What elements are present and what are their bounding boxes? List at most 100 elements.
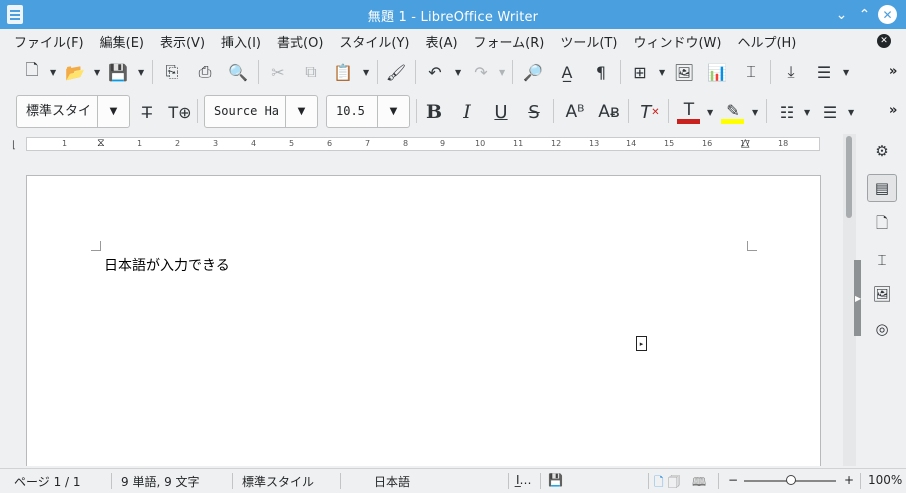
insert-chart-icon[interactable]: 📊 [704, 59, 730, 85]
zoom-slider-handle[interactable] [786, 475, 796, 485]
document-text[interactable]: 日本語が入力できる [104, 255, 230, 275]
menu-styles[interactable]: スタイル(Y) [331, 32, 417, 51]
vertical-scrollbar[interactable]: ▶ [843, 134, 861, 466]
insert-textbox-icon[interactable]: ⌶ [738, 59, 764, 85]
chevron-down-icon[interactable]: ▼ [377, 96, 409, 127]
more-options-icon[interactable]: » [889, 64, 897, 79]
insert-field-icon[interactable]: ☰ [811, 59, 837, 85]
paste-dropdown-arrow[interactable]: ▼ [363, 68, 369, 77]
font-name-value[interactable]: Source Ha [205, 96, 285, 127]
strikethrough-icon[interactable]: S [521, 99, 547, 125]
menu-view[interactable]: 表示(V) [152, 32, 213, 51]
table-dropdown-arrow[interactable]: ▼ [659, 68, 665, 77]
numbered-dropdown-arrow[interactable]: ▼ [848, 108, 854, 117]
horizontal-ruler[interactable]: 1 1 2 3 4 5 6 7 8 9 10 11 12 13 14 15 16… [26, 136, 820, 151]
maximize-button[interactable]: ⌃ [855, 5, 874, 24]
italic-icon[interactable]: I [454, 99, 480, 125]
menu-file[interactable]: ファイル(F) [6, 32, 92, 51]
subscript-icon[interactable]: Aᴃ [596, 99, 622, 125]
properties-icon[interactable]: ▤ [867, 174, 897, 202]
open-dropdown-arrow[interactable]: ▼ [94, 68, 100, 77]
sidebar-settings-icon[interactable]: ⚙ [867, 137, 897, 165]
paste-icon[interactable]: 📋 [330, 59, 356, 85]
open-folder-icon[interactable]: 📂 [62, 59, 88, 85]
page-style[interactable]: 標準スタイル [242, 473, 314, 490]
copy-icon[interactable]: ⧉ [298, 59, 324, 85]
styles-icon[interactable]: ⌶ [867, 246, 897, 274]
scrollbar-thumb[interactable] [846, 136, 852, 218]
menu-edit[interactable]: 編集(E) [92, 32, 152, 51]
minimize-button[interactable]: ⌄ [832, 5, 851, 24]
export-pdf-icon[interactable]: ⎘ [159, 59, 185, 85]
more-options-icon[interactable]: » [889, 103, 897, 118]
clone-formatting-icon[interactable]: 🖌 [383, 59, 409, 85]
single-page-view-icon[interactable]: 🗋 [654, 473, 664, 493]
formatting-marks-icon[interactable]: ¶ [588, 59, 614, 85]
print-preview-icon[interactable]: 🔍 [225, 59, 251, 85]
page-count[interactable]: ページ 1 / 1 [14, 473, 81, 490]
zoom-percent[interactable]: 100% [868, 473, 902, 487]
right-indent-marker[interactable]: △ [741, 136, 749, 149]
menu-window[interactable]: ウィンドウ(W) [625, 32, 729, 51]
insert-table-icon[interactable]: ⊞ [627, 59, 653, 85]
status-separator [540, 473, 541, 489]
multi-page-view-icon[interactable]: 🗍 [668, 473, 680, 493]
underline-icon[interactable]: U [488, 99, 514, 125]
insert-image-icon[interactable]: 🖼 [671, 59, 697, 85]
new-style-icon[interactable]: T⊕ [167, 99, 193, 125]
navigator-icon[interactable]: ◎ [867, 315, 897, 343]
document-modified-icon[interactable]: 💾 [548, 473, 563, 487]
save-icon[interactable]: 💾 [105, 59, 131, 85]
new-document-icon[interactable]: 🗋 [19, 59, 45, 85]
font-size-combo[interactable]: 10.5 ▼ [326, 95, 410, 128]
book-view-icon[interactable]: 🕮 [692, 473, 706, 493]
spelling-icon[interactable]: A̲ [554, 59, 580, 85]
superscript-icon[interactable]: Aᴮ [562, 99, 588, 125]
word-count[interactable]: 9 単語, 9 文字 [121, 473, 200, 490]
chevron-down-icon[interactable]: ▼ [285, 96, 317, 127]
document-area[interactable]: 日本語が入力できる ▸ [0, 160, 843, 466]
field-dropdown-arrow[interactable]: ▼ [843, 68, 849, 77]
highlight-dropdown-arrow[interactable]: ▼ [752, 108, 758, 117]
menu-format[interactable]: 書式(O) [269, 32, 331, 51]
undo-icon[interactable]: ↶ [422, 59, 448, 85]
menu-form[interactable]: フォーム(R) [466, 32, 553, 51]
redo-icon[interactable]: ↷ [468, 59, 494, 85]
chevron-down-icon[interactable]: ▼ [97, 96, 129, 127]
new-dropdown-arrow[interactable]: ▼ [50, 68, 56, 77]
page-break-icon[interactable]: ⤓ [778, 59, 804, 85]
zoom-out-icon[interactable]: − [728, 473, 738, 487]
paragraph-style-value[interactable]: 標準スタイ [17, 96, 97, 127]
bullet-dropdown-arrow[interactable]: ▼ [804, 108, 810, 117]
numbered-list-icon[interactable]: ☰ [817, 99, 843, 125]
paragraph-style-combo[interactable]: 標準スタイ ▼ [16, 95, 130, 128]
language[interactable]: 日本語 [374, 473, 410, 490]
gallery-icon[interactable]: 🖼 [867, 280, 897, 308]
cut-icon[interactable]: ✂ [265, 59, 291, 85]
tab-stop-icon[interactable]: ⌊ [12, 140, 16, 151]
font-color-dropdown-arrow[interactable]: ▼ [707, 108, 713, 117]
menu-table[interactable]: 表(A) [418, 32, 466, 51]
menu-tools[interactable]: ツール(T) [552, 32, 625, 51]
font-size-value[interactable]: 10.5 [327, 96, 377, 127]
clear-formatting-icon[interactable]: T ✕ [637, 99, 663, 125]
chevron-right-icon[interactable]: ▶ [855, 294, 861, 303]
save-dropdown-arrow[interactable]: ▼ [138, 68, 144, 77]
page-icon[interactable]: 🗋 [867, 211, 897, 239]
left-indent-marker[interactable]: ⧖ [97, 136, 105, 150]
insert-mode-icon[interactable]: I̲… [516, 473, 532, 487]
font-name-combo[interactable]: Source Ha ▼ [204, 95, 318, 128]
bullet-list-icon[interactable]: ☷ [774, 99, 800, 125]
undo-dropdown-arrow[interactable]: ▼ [455, 68, 461, 77]
print-icon[interactable]: ⎙ [192, 59, 218, 85]
update-style-icon[interactable]: T̶ [134, 99, 160, 125]
find-replace-icon[interactable]: 🔎 [520, 59, 546, 85]
menu-help[interactable]: ヘルプ(H) [729, 32, 804, 51]
redo-dropdown-arrow[interactable]: ▼ [499, 68, 505, 77]
zoom-in-icon[interactable]: + [844, 473, 854, 487]
close-window-button[interactable]: ✕ [878, 5, 897, 24]
close-document-icon[interactable]: ✕ [877, 34, 891, 48]
document-page[interactable]: 日本語が入力できる ▸ [26, 175, 821, 466]
bold-icon[interactable]: B [421, 99, 447, 125]
menu-insert[interactable]: 挿入(I) [213, 32, 269, 51]
